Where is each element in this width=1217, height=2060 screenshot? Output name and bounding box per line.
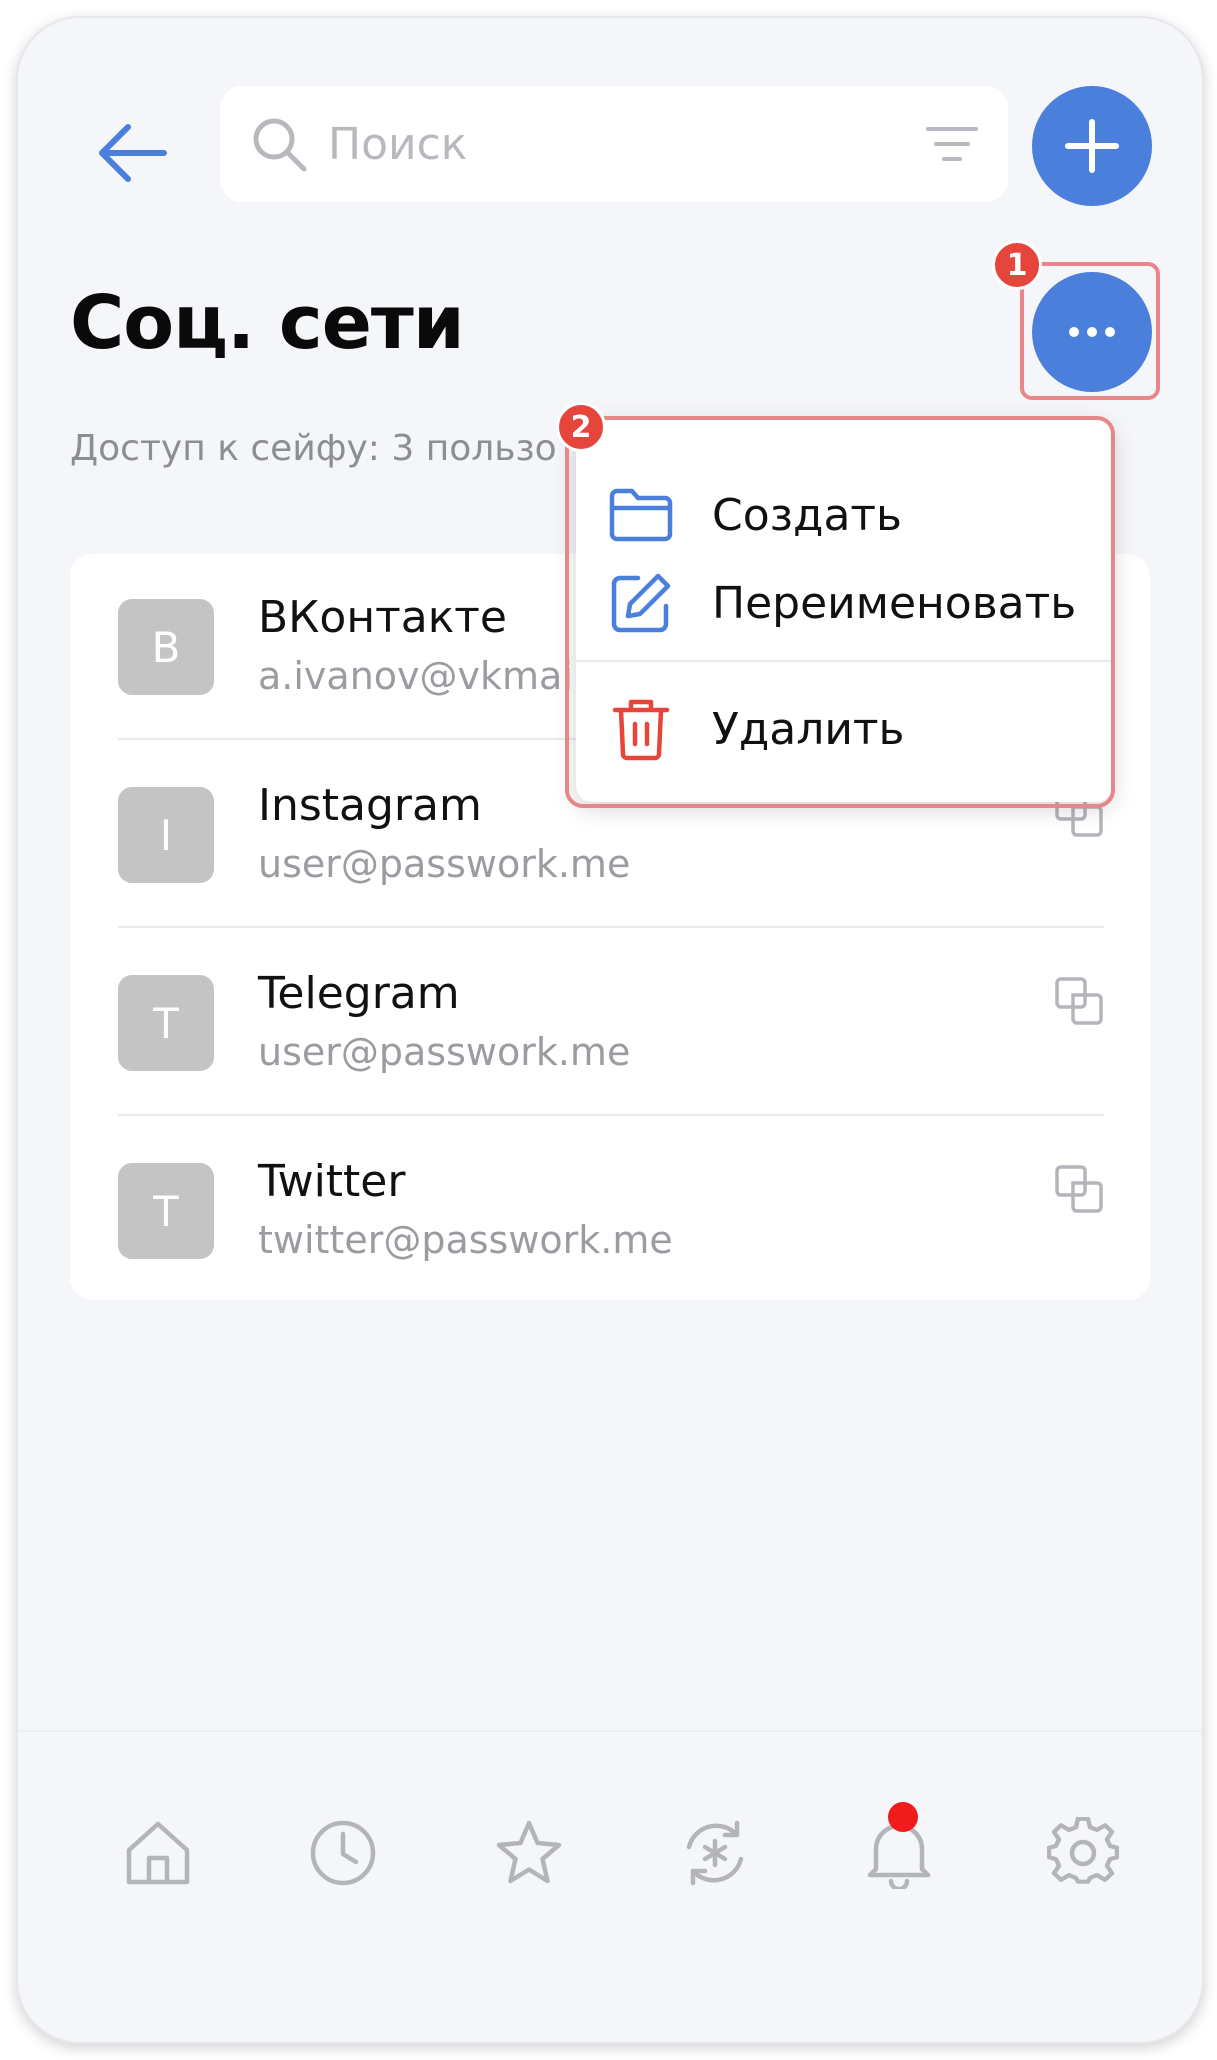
menu-divider xyxy=(576,660,1112,662)
tab-password-generator[interactable] xyxy=(670,1808,760,1898)
tab-settings[interactable] xyxy=(1038,1808,1128,1898)
home-icon xyxy=(126,1821,190,1885)
item-login: user@passwork.me xyxy=(258,1030,631,1074)
tab-favorites[interactable] xyxy=(484,1808,574,1898)
trash-icon xyxy=(612,699,670,761)
gear-icon xyxy=(1047,1817,1119,1884)
item-title: ВКонтакте xyxy=(258,592,507,643)
list-item[interactable]: T Telegram user@passwork.me xyxy=(118,930,1104,1116)
list-item[interactable]: T Twitter twitter@passwork.me xyxy=(118,1118,1104,1304)
menu-item-delete-label: Удалить xyxy=(712,703,905,755)
phone-frame: Соц. сети 1 Доступ к сейфу: 3 пользо B В… xyxy=(16,16,1204,2044)
back-button[interactable] xyxy=(88,108,178,198)
search-bar[interactable] xyxy=(220,86,1008,202)
vault-access-text: Доступ к сейфу: 3 пользо xyxy=(70,428,557,469)
menu-item-rename[interactable]: Переименовать xyxy=(576,548,1112,658)
add-button[interactable] xyxy=(1032,86,1152,206)
clock-icon xyxy=(310,1820,376,1886)
item-login: a.ivanov@vkmai xyxy=(258,654,573,698)
avatar: B xyxy=(118,599,214,695)
more-horizontal-icon xyxy=(1069,327,1115,337)
divider xyxy=(118,1114,1104,1116)
menu-item-rename-label: Переименовать xyxy=(712,577,1077,629)
item-login: twitter@passwork.me xyxy=(258,1218,673,1262)
copy-icon[interactable] xyxy=(1054,976,1104,1026)
notification-dot xyxy=(888,1802,918,1832)
menu-item-delete[interactable]: Удалить xyxy=(576,674,1112,784)
context-menu: Создать Переименовать Удалить xyxy=(576,420,1112,802)
search-icon xyxy=(253,118,307,172)
folder-icon xyxy=(609,488,673,542)
annotation-badge-2: 2 xyxy=(556,402,606,452)
item-title: Telegram xyxy=(258,968,460,1019)
avatar: T xyxy=(118,1163,214,1259)
edit-icon xyxy=(611,573,671,633)
bottom-tab-bar xyxy=(18,1730,1202,2042)
star-icon xyxy=(496,1820,562,1884)
more-options-button[interactable] xyxy=(1032,272,1152,392)
filter-icon[interactable] xyxy=(926,124,978,164)
password-generator-icon xyxy=(686,1820,744,1886)
item-login: user@passwork.me xyxy=(258,842,631,886)
copy-icon[interactable] xyxy=(1054,1164,1104,1214)
arrow-left-icon xyxy=(99,124,167,182)
search-input[interactable] xyxy=(326,117,926,171)
menu-item-create-label: Создать xyxy=(712,489,902,541)
tab-recent[interactable] xyxy=(298,1808,388,1898)
plus-icon xyxy=(1065,119,1119,173)
item-title: Twitter xyxy=(258,1156,406,1207)
tab-home[interactable] xyxy=(113,1808,203,1898)
avatar: I xyxy=(118,787,214,883)
divider xyxy=(118,926,1104,928)
avatar: T xyxy=(118,975,214,1071)
item-title: Instagram xyxy=(258,780,482,831)
annotation-badge-1: 1 xyxy=(992,240,1042,290)
page-title: Соц. сети xyxy=(70,280,465,366)
